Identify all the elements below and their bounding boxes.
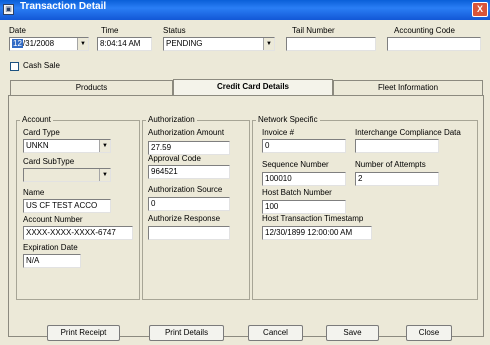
- approval-code-field[interactable]: 964521: [148, 165, 230, 179]
- tab-credit-card-details[interactable]: Credit Card Details: [173, 79, 333, 95]
- tail-number-label: Tail Number: [292, 26, 335, 35]
- auth-amount-label: Authorization Amount: [148, 128, 225, 137]
- date-rest: /31/2008: [22, 39, 55, 48]
- accounting-code-input[interactable]: [387, 37, 481, 51]
- sequence-number-label: Sequence Number: [262, 160, 329, 169]
- status-select[interactable]: PENDING ▼: [163, 37, 275, 51]
- auth-response-label: Authorize Response: [148, 214, 221, 223]
- auth-source-field[interactable]: 0: [148, 197, 230, 211]
- account-number-field[interactable]: XXXX-XXXX-XXXX-6747: [23, 226, 133, 240]
- print-details-button[interactable]: Print Details: [149, 325, 224, 341]
- auth-response-field[interactable]: [148, 226, 230, 240]
- account-group-title: Account: [20, 115, 53, 125]
- expiration-date-label: Expiration Date: [23, 243, 78, 252]
- card-subtype-select[interactable]: ▼: [23, 168, 111, 182]
- save-button[interactable]: Save: [326, 325, 379, 341]
- chevron-down-icon[interactable]: ▼: [99, 140, 110, 152]
- sequence-number-field[interactable]: 100010: [262, 172, 346, 186]
- interchange-label: Interchange Compliance Data: [355, 128, 461, 137]
- attempts-field[interactable]: 2: [355, 172, 439, 186]
- network-specific-group-title: Network Specific: [256, 115, 320, 125]
- host-timestamp-field[interactable]: 12/30/1899 12:00:00 AM: [262, 226, 372, 240]
- auth-source-label: Authorization Source: [148, 185, 223, 194]
- cash-sale-checkbox[interactable]: [10, 62, 19, 71]
- window-close-button[interactable]: X: [472, 2, 488, 17]
- status-value: PENDING: [166, 39, 203, 48]
- auth-amount-field[interactable]: 27.59: [148, 141, 230, 155]
- tail-number-input[interactable]: [286, 37, 376, 51]
- card-type-select[interactable]: UNKN ▼: [23, 139, 111, 153]
- name-field[interactable]: US CF TEST ACCO: [23, 199, 111, 213]
- card-type-value: UNKN: [26, 141, 49, 150]
- interchange-field[interactable]: [355, 139, 439, 153]
- card-subtype-label: Card SubType: [23, 157, 75, 166]
- tab-products[interactable]: Products: [10, 80, 173, 95]
- cancel-button[interactable]: Cancel: [248, 325, 303, 341]
- tab-fleet-information[interactable]: Fleet Information: [333, 80, 483, 95]
- host-timestamp-label: Host Transaction Timestamp: [262, 214, 364, 223]
- approval-code-label: Approval Code: [148, 154, 201, 163]
- host-batch-label: Host Batch Number: [262, 188, 332, 197]
- chevron-down-icon[interactable]: ▼: [263, 38, 274, 50]
- chevron-down-icon[interactable]: ▼: [77, 38, 88, 50]
- account-number-label: Account Number: [23, 215, 83, 224]
- date-label: Date: [9, 26, 26, 35]
- date-month-segment[interactable]: 12: [12, 39, 23, 48]
- authorization-group-title: Authorization: [146, 115, 197, 125]
- accounting-code-label: Accounting Code: [394, 26, 455, 35]
- attempts-label: Number of Attempts: [355, 160, 426, 169]
- title-bar: ▣ Transaction Detail X: [0, 0, 490, 20]
- name-label: Name: [23, 188, 45, 197]
- time-field[interactable]: 8:04:14 AM: [97, 37, 152, 51]
- invoice-label: Invoice #: [262, 128, 295, 137]
- card-type-label: Card Type: [23, 128, 60, 137]
- date-picker[interactable]: 12/31/2008 ▼: [9, 37, 89, 51]
- invoice-field[interactable]: 0: [262, 139, 346, 153]
- host-batch-field[interactable]: 100: [262, 200, 346, 214]
- time-label: Time: [101, 26, 119, 35]
- chevron-down-icon[interactable]: ▼: [99, 169, 110, 181]
- app-icon: ▣: [3, 4, 14, 15]
- print-receipt-button[interactable]: Print Receipt: [47, 325, 120, 341]
- cash-sale-label: Cash Sale: [23, 61, 60, 70]
- window-title: Transaction Detail: [20, 1, 107, 12]
- expiration-date-field[interactable]: N/A: [23, 254, 81, 268]
- close-button[interactable]: Close: [406, 325, 452, 341]
- status-label: Status: [163, 26, 186, 35]
